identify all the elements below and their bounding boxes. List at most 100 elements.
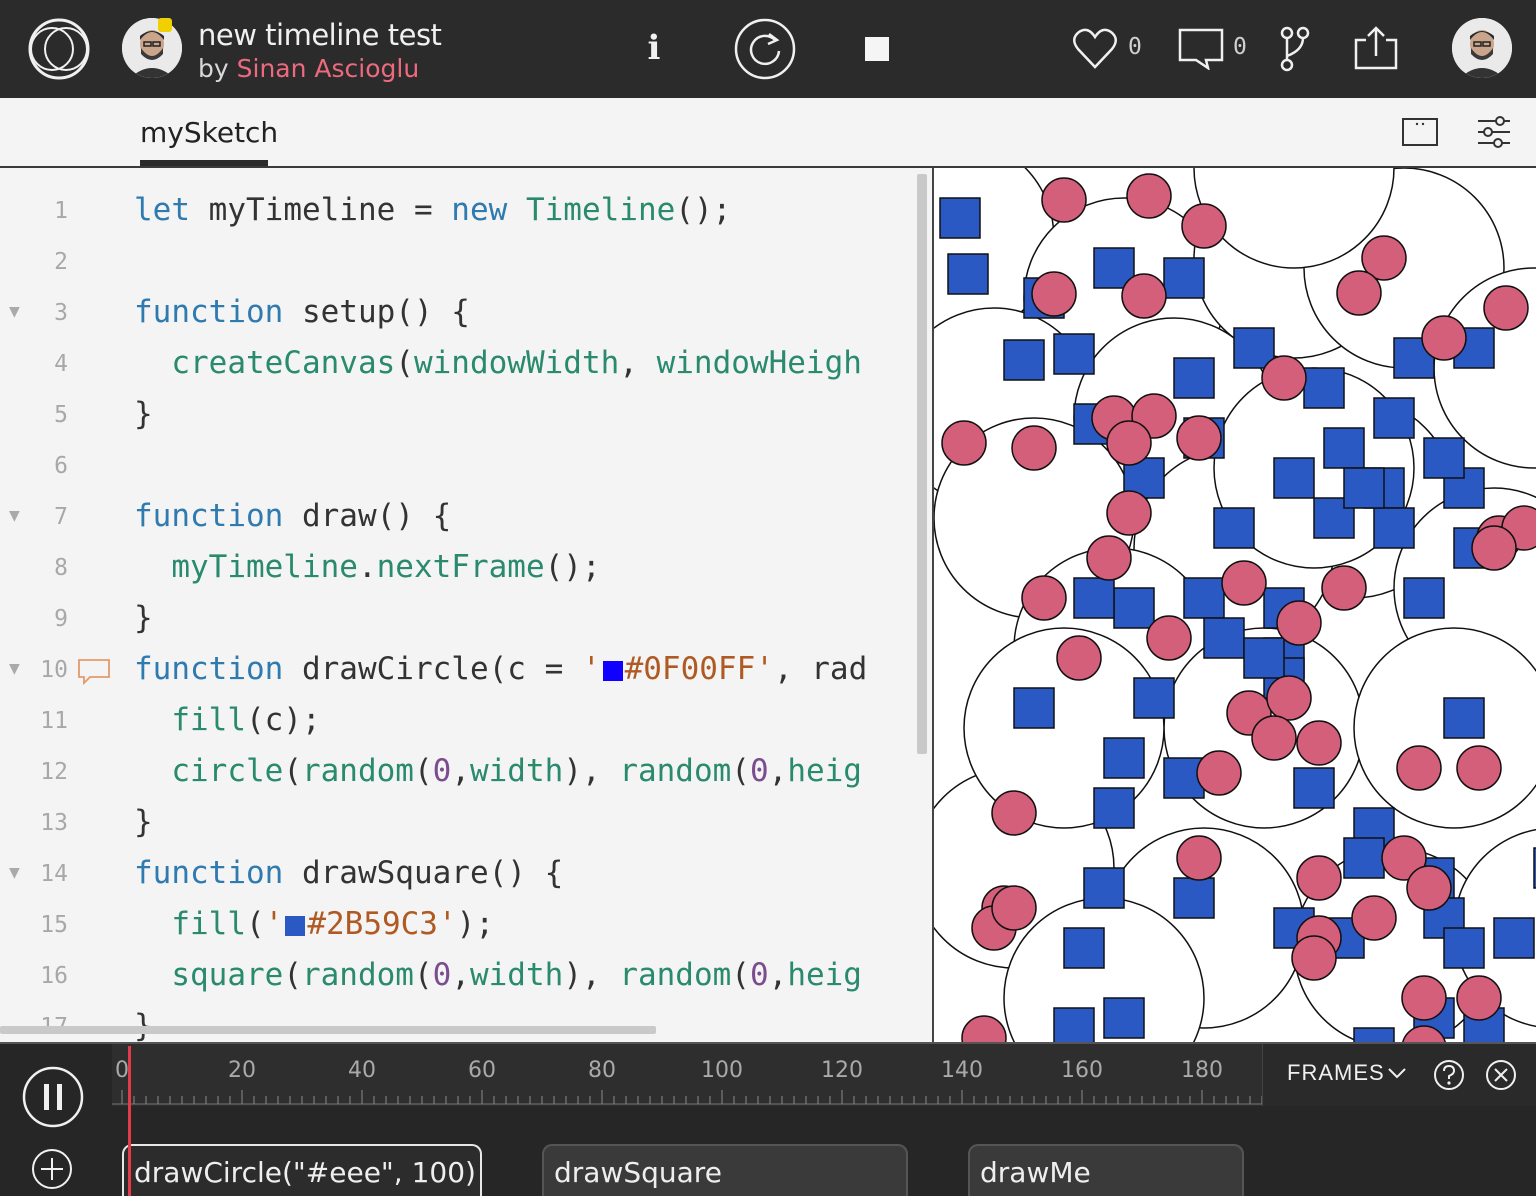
code-text: } (134, 396, 153, 432)
timeline-panel: 0 20 40 60 80 100 120 140 160 180 FRAMES drawCirc… (0, 1042, 1536, 1196)
line-number: 8 (54, 555, 68, 581)
small-circle (1176, 835, 1222, 881)
restart-icon[interactable] (734, 18, 796, 80)
code-line[interactable]: 16 square(random(0,width), random(0,heig (0, 951, 932, 1002)
by-label: by (198, 54, 229, 83)
small-circle (1221, 560, 1267, 606)
fullscreen-icon[interactable] (1402, 118, 1438, 146)
close-icon[interactable] (1485, 1059, 1517, 1091)
frames-mode-dropdown[interactable]: FRAMES (1262, 1044, 1536, 1106)
code-text: fill(' #2B59C3'); (134, 906, 494, 942)
square-shape (1003, 339, 1045, 381)
code-line[interactable]: 4 createCanvas(windowWidth, windowHeigh (0, 339, 932, 390)
line-number: 7 (54, 504, 68, 530)
tick-label: 160 (1061, 1058, 1103, 1083)
track-block-drawme[interactable]: drawMe (968, 1144, 1244, 1196)
line-number: 9 (54, 606, 68, 632)
comment-icon[interactable] (1178, 28, 1224, 70)
small-circle (1351, 895, 1397, 941)
pause-icon[interactable] (22, 1066, 84, 1128)
small-circle (1456, 745, 1502, 791)
settings-sliders-icon[interactable] (1476, 116, 1512, 148)
code-text: } (134, 804, 153, 840)
square-shape (1183, 577, 1225, 619)
user-avatar[interactable] (1452, 18, 1512, 78)
square-shape (1163, 257, 1205, 299)
code-line[interactable]: 5 } (0, 390, 932, 441)
code-line[interactable]: 9 } (0, 594, 932, 645)
stop-icon[interactable] (865, 37, 889, 61)
fork-icon[interactable] (1280, 26, 1310, 72)
square-shape (1343, 837, 1385, 879)
square-shape (947, 253, 989, 295)
author-avatar[interactable] (122, 18, 182, 78)
author-name-link[interactable]: Sinan Ascioglu (237, 54, 420, 83)
square-shape (1083, 867, 1125, 909)
code-line[interactable]: 1 let myTimeline = new Timeline(); (0, 186, 932, 237)
line-number: 16 (40, 963, 68, 989)
line-number: 2 (54, 249, 68, 275)
tick-label: 0 (115, 1058, 129, 1083)
frame-ruler[interactable]: 0 20 40 60 80 100 120 140 160 180 (112, 1044, 1262, 1106)
code-line[interactable]: 13 } (0, 798, 932, 849)
small-circle (961, 1015, 1007, 1042)
code-line[interactable]: ▼ 14 function drawSquare() { (0, 849, 932, 900)
chevron-down-icon (1388, 1068, 1406, 1079)
top-bar: new timeline test by Sinan Ascioglu i 0 … (0, 0, 1536, 98)
code-line[interactable]: 15 fill(' #2B59C3'); (0, 900, 932, 951)
small-circle (1396, 745, 1442, 791)
small-circle (1401, 975, 1447, 1021)
line-number: 15 (40, 912, 68, 938)
small-circle (1456, 975, 1502, 1021)
code-line[interactable]: 12 circle(random(0,width), random(0,heig (0, 747, 932, 798)
square-shape (1063, 927, 1105, 969)
small-circle (991, 790, 1037, 836)
code-text: fill(c); (134, 702, 321, 738)
code-editor[interactable]: 1 let myTimeline = new Timeline(); 2 ▼ 3… (0, 168, 932, 1042)
tab-mysketch[interactable]: mySketch (140, 116, 278, 149)
small-circle (1261, 355, 1307, 401)
help-icon[interactable] (1433, 1059, 1465, 1091)
code-line[interactable]: 17 } (0, 1002, 932, 1042)
color-swatch-icon[interactable] (602, 660, 623, 681)
editor-horizontal-scrollbar[interactable] (0, 1026, 656, 1034)
line-comment-icon[interactable] (78, 659, 110, 685)
small-circle (1176, 415, 1222, 461)
info-icon[interactable]: i (642, 28, 666, 68)
square-shape (1353, 1027, 1395, 1042)
color-swatch-icon[interactable] (285, 915, 306, 936)
small-circle (1336, 270, 1382, 316)
code-line[interactable]: 2 (0, 237, 932, 288)
square-shape (1093, 787, 1135, 829)
like-count: 0 (1128, 34, 1142, 60)
sketch-canvas[interactable] (932, 168, 1536, 1042)
code-line[interactable]: ▼ 7 function draw() { (0, 492, 932, 543)
small-circle (991, 885, 1037, 931)
openprocessing-logo-icon[interactable] (22, 18, 96, 80)
small-circle (1196, 750, 1242, 796)
small-circle (1146, 615, 1192, 661)
track-block-drawsquare[interactable]: drawSquare (542, 1144, 908, 1196)
sketch-output (934, 168, 1536, 1042)
small-circle (941, 420, 987, 466)
editor-vertical-scrollbar[interactable] (917, 174, 927, 754)
code-text: function drawCircle(c = ' #0F00FF', rad (134, 651, 868, 687)
code-line[interactable]: 8 myTimeline.nextFrame(); (0, 543, 932, 594)
small-circle (1296, 720, 1342, 766)
code-line[interactable]: 6 (0, 441, 932, 492)
code-line[interactable]: 11 fill(c); (0, 696, 932, 747)
square-shape (1133, 677, 1175, 719)
small-circle (1251, 715, 1297, 761)
tick-label: 60 (468, 1058, 496, 1083)
code-line[interactable]: ▼ 3 function setup() { (0, 288, 932, 339)
code-text: } (134, 600, 153, 636)
share-icon[interactable] (1354, 26, 1398, 70)
playhead[interactable] (128, 1046, 131, 1196)
track-block-drawcircle[interactable]: drawCircle("#eee", 100) (122, 1144, 482, 1196)
heart-icon[interactable] (1072, 27, 1118, 71)
small-circle (1266, 675, 1312, 721)
square-shape (1173, 877, 1215, 919)
code-line[interactable]: ▼ 10 function drawCircle(c = ' #0F00FF', … (0, 645, 932, 696)
add-track-icon[interactable] (31, 1148, 73, 1190)
small-circle (1296, 855, 1342, 901)
